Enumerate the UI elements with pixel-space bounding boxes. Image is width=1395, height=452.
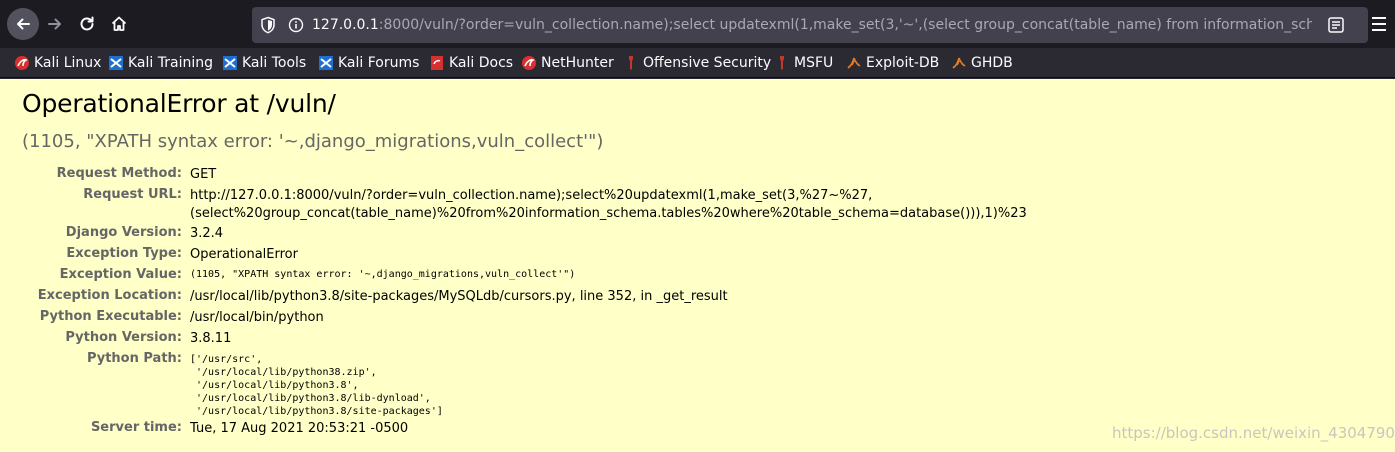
bookmark-label: Kali Tools	[242, 55, 307, 71]
meta-value: 3.2.4	[190, 226, 224, 241]
browser-toolbar: 127.0.0.1:8000/vuln/?order=vuln_collecti…	[0, 0, 1395, 48]
tracking-shield-icon[interactable]	[260, 16, 276, 34]
bookmark-kali-linux[interactable]: Kali Linux	[14, 53, 101, 73]
kali-dragon-icon	[15, 56, 29, 70]
meta-key: Exception Location:	[37, 288, 182, 303]
exploit-db-icon	[847, 57, 861, 69]
python-path-line: '/usr/local/lib/python3.8/lib-dynload',	[190, 393, 431, 404]
meta-value-continued: (select%20group_concat(table_name)%20fro…	[190, 206, 1027, 221]
bookmark-nethunter[interactable]: NetHunter	[521, 53, 614, 73]
bookmark-label: MSFU	[794, 55, 834, 71]
msfu-icon	[780, 56, 784, 70]
exception-message: (1105, "XPATH syntax error: '~,django_mi…	[22, 131, 604, 152]
home-button[interactable]	[103, 8, 135, 40]
python-path-line: '/usr/local/lib/python3.8',	[190, 380, 359, 391]
python-path-line: '/usr/local/lib/python38.zip',	[190, 367, 377, 378]
bookmark-exploit-db[interactable]: Exploit-DB	[846, 53, 939, 73]
bookmark-label: NetHunter	[541, 55, 614, 71]
bookmark-msfu[interactable]: MSFU	[774, 53, 833, 73]
meta-key: Django Version:	[65, 225, 182, 240]
address-bar[interactable]: 127.0.0.1:8000/vuln/?order=vuln_collecti…	[252, 7, 1368, 43]
meta-value: http://127.0.0.1:8000/vuln/?order=vuln_c…	[190, 188, 873, 203]
meta-key: Exception Value:	[59, 267, 182, 282]
meta-value: /usr/local/lib/python3.8/site-packages/M…	[190, 289, 728, 304]
nethunter-icon	[522, 56, 536, 70]
bookmark-kali-forums[interactable]: Kali Forums	[318, 53, 419, 73]
kali-docs-icon	[431, 56, 443, 70]
meta-value: Tue, 17 Aug 2021 20:53:21 -0500	[190, 421, 409, 436]
bookmark-label: Kali Linux	[34, 55, 102, 71]
meta-value: 3.8.11	[190, 331, 232, 346]
back-button[interactable]	[7, 8, 39, 40]
bookmark-label: Kali Docs	[449, 55, 514, 71]
bookmark-label: GHDB	[971, 55, 1013, 71]
meta-key: Request Method:	[56, 166, 182, 181]
bookmark-kali-tools[interactable]: Kali Tools	[222, 53, 306, 73]
meta-key: Python Version:	[65, 330, 182, 345]
django-error-page: OperationalError at /vuln/ (1105, "XPATH…	[0, 79, 1395, 452]
ghdb-icon	[952, 57, 966, 69]
meta-key: Python Executable:	[39, 309, 182, 324]
bookmark-kali-docs[interactable]: Kali Docs	[429, 53, 513, 73]
url-rest: :8000/vuln/?order=vuln_collection.name);…	[378, 17, 1312, 33]
overflow-menu-icon[interactable]	[1370, 14, 1388, 34]
kali-training-icon	[109, 56, 123, 70]
bookmarks-toolbar: Kali Linux Kali Training Kali Tools Kali…	[0, 48, 1395, 78]
kali-forums-icon	[319, 56, 333, 70]
url-text[interactable]: 127.0.0.1:8000/vuln/?order=vuln_collecti…	[312, 16, 1312, 36]
reload-button[interactable]	[71, 8, 103, 40]
meta-value: (1105, "XPATH syntax error: '~,django_mi…	[190, 269, 576, 280]
bookmark-label: Kali Forums	[338, 55, 420, 71]
meta-key: Python Path:	[86, 351, 182, 366]
page-title: OperationalError at /vuln/	[22, 89, 336, 118]
bookmark-label: Kali Training	[128, 55, 213, 71]
reader-view-icon[interactable]	[1327, 16, 1345, 34]
meta-key: Exception Type:	[66, 246, 182, 261]
site-info-icon[interactable]	[288, 17, 304, 33]
meta-value: /usr/local/bin/python	[190, 310, 324, 325]
python-path-line: ['/usr/src',	[190, 354, 263, 365]
home-icon	[111, 16, 127, 31]
reload-icon	[80, 16, 94, 31]
arrow-right-icon	[48, 18, 61, 30]
bookmark-ghdb[interactable]: GHDB	[951, 53, 1013, 73]
meta-value: GET	[190, 167, 217, 182]
arrow-left-icon	[17, 18, 30, 30]
bookmark-label: Offensive Security	[643, 55, 772, 71]
kali-tools-icon	[223, 56, 237, 70]
meta-key: Server time:	[90, 420, 182, 435]
forward-button[interactable]	[39, 8, 71, 40]
url-host: 127.0.0.1	[312, 17, 379, 33]
python-path-line: '/usr/local/lib/python3.8/site-packages'…	[190, 406, 443, 417]
bookmark-offensive-security[interactable]: Offensive Security	[623, 53, 771, 73]
bookmark-label: Exploit-DB	[866, 55, 940, 71]
meta-key: Request URL:	[83, 187, 182, 202]
meta-value: OperationalError	[190, 247, 298, 262]
watermark: https://blog.csdn.net/weixin_43047908	[1112, 424, 1395, 442]
offsec-icon	[629, 56, 633, 70]
bookmark-kali-training[interactable]: Kali Training	[108, 53, 213, 73]
